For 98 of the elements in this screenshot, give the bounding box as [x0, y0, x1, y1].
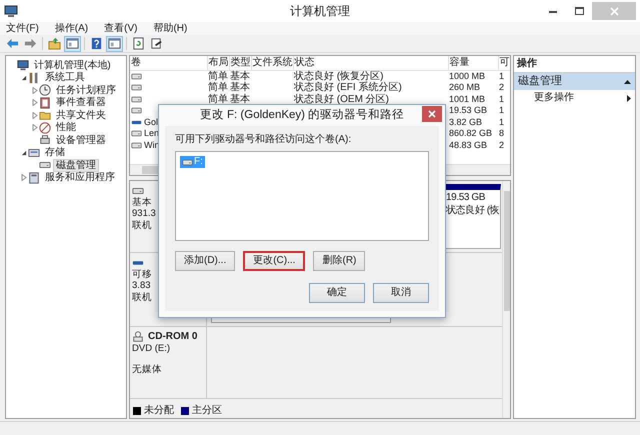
table-cell-text: 48.83 GB [448, 140, 488, 151]
vertical-scrollbar[interactable] [502, 181, 510, 418]
dialog-title: 更改 F: (GoldenKey) 的驱动器号和路径 [200, 108, 404, 122]
panel-icon [66, 37, 79, 50]
menu-item[interactable]: 查看(V) [102, 22, 140, 35]
table-cell: 1 [498, 70, 510, 82]
disk-detail: 3.83 [132, 280, 152, 292]
column-header[interactable]: 状态 [293, 56, 448, 70]
legend-label: 未分配 [144, 405, 174, 417]
drive-icon [131, 128, 142, 140]
folder-icon [39, 109, 51, 122]
refresh-icon [132, 37, 145, 50]
table-cell-text: 2 [498, 82, 506, 94]
collapse-triangle-icon [624, 78, 631, 85]
disk-detail: DVD (E:) [132, 343, 172, 354]
column-header[interactable]: 类型 [229, 56, 252, 70]
table-cell-text: 3.82 GB [448, 116, 484, 128]
submenu-arrow-icon [627, 94, 631, 102]
menu-item[interactable]: 帮助(H) [151, 22, 190, 35]
table-cell-text: 1 [498, 116, 506, 128]
column-header[interactable]: 可 [498, 56, 510, 70]
toolbar-button[interactable] [106, 36, 123, 52]
tree-item[interactable]: 系统工具 [42, 71, 88, 84]
drive-icon [131, 105, 142, 116]
dialog-button[interactable]: 确定 [309, 283, 365, 303]
menu-item[interactable]: 操作(A) [52, 22, 90, 35]
back-arrow-icon [6, 37, 19, 50]
column-header[interactable]: 布局 [207, 56, 230, 70]
action-item[interactable]: 更多操作 [534, 92, 574, 104]
export-icon [150, 37, 163, 50]
table-cell: 基本 [229, 94, 252, 105]
printer-icon [39, 134, 51, 146]
dialog-prompt: 可用下列驱动器号和路径访问这个卷(A): [175, 134, 352, 146]
table-cell-text: 2 [498, 140, 506, 151]
forward-arrow-icon [24, 37, 37, 50]
column-header[interactable]: 容量 [448, 56, 498, 70]
legend-label: 主分区 [192, 405, 222, 417]
table-cell-text: 1001 MB [448, 94, 486, 105]
table-cell-text: 260 MB [448, 82, 482, 94]
dialog-button[interactable]: 删除(R) [313, 251, 366, 271]
close-button[interactable] [422, 106, 442, 122]
column-header[interactable]: 卷 [130, 56, 208, 70]
table-cell-text: 1 [498, 105, 506, 116]
tree-item[interactable]: 存储 [42, 146, 68, 160]
dialog-button[interactable]: 添加(D)... [175, 251, 236, 271]
disk-detail: 基本 [132, 197, 154, 208]
table-cell: 1000 MB [448, 70, 498, 82]
disk-detail: 联机 [132, 220, 154, 232]
toolbar-button[interactable] [64, 36, 81, 52]
disk-detail: 931.3 [132, 208, 157, 220]
table-cell-text: 860.82 GB [448, 128, 494, 140]
table-cell-text: 状态良好 (OEM 分区) [293, 94, 390, 105]
disk-detail: 联机 [132, 292, 154, 304]
disk-detail: 无媒体 [132, 364, 164, 376]
server-icon [28, 172, 40, 184]
disk-detail: 可移 [132, 269, 154, 280]
tree-item[interactable]: 事件查看器 [53, 96, 109, 110]
window-title: 计算机管理 [289, 4, 351, 18]
table-cell: 简单 [207, 94, 230, 105]
column-header[interactable]: 文件系统 [251, 56, 294, 70]
disk-title: CD-ROM 0 [148, 331, 198, 343]
table-cell: 基本 [229, 70, 252, 82]
drive-icon [132, 185, 144, 197]
tree-item[interactable]: 共享文件夹 [53, 108, 109, 122]
panel-icon [108, 37, 121, 50]
table-cell-text: 1 [498, 94, 506, 105]
drive-icon [131, 82, 142, 94]
tree-item[interactable]: 性能 [53, 121, 79, 134]
tree-item[interactable]: 设备管理器 [53, 134, 109, 147]
close-icon [428, 110, 436, 118]
table-cell: 简单 [207, 82, 230, 94]
partition-status: 状态良好 (恢 [446, 205, 500, 217]
partition-size: 19.53 GB [446, 192, 486, 204]
tree-item[interactable]: 计算机管理(本地) [31, 58, 114, 72]
maximize-icon [574, 7, 584, 15]
clock-icon [39, 84, 51, 96]
table-cell: 简单 [207, 70, 230, 82]
computer-icon [4, 4, 18, 18]
table-cell: 状态良好 (恢复分区) [293, 70, 448, 82]
dialog-button[interactable]: 取消 [373, 283, 429, 303]
storage-icon [28, 146, 40, 159]
partition-block[interactable]: 19.53 GB 状态良好 (恢 [444, 184, 502, 249]
close-icon [610, 6, 618, 16]
folder-up-icon [48, 37, 61, 50]
table-cell: 基本 [229, 82, 252, 94]
tree-item[interactable]: 服务和应用程序 [42, 171, 118, 184]
notebook-icon [39, 96, 51, 109]
help-icon [90, 37, 103, 50]
table-cell-text: 19.53 GB [448, 105, 488, 116]
drive-icon [131, 71, 142, 82]
computer-icon [17, 59, 29, 72]
volume-name: Gol [144, 116, 158, 128]
table-cell-text: 状态良好 (EFI 系统分区) [293, 82, 403, 94]
tree-item[interactable]: 磁盘管理 [53, 158, 99, 172]
menu-item[interactable]: 文件(F) [4, 22, 41, 35]
tree-item[interactable]: 任务计划程序 [53, 84, 119, 97]
dialog-button[interactable]: 更改(C)... [243, 251, 306, 271]
table-cell-text: 8 [498, 128, 506, 140]
